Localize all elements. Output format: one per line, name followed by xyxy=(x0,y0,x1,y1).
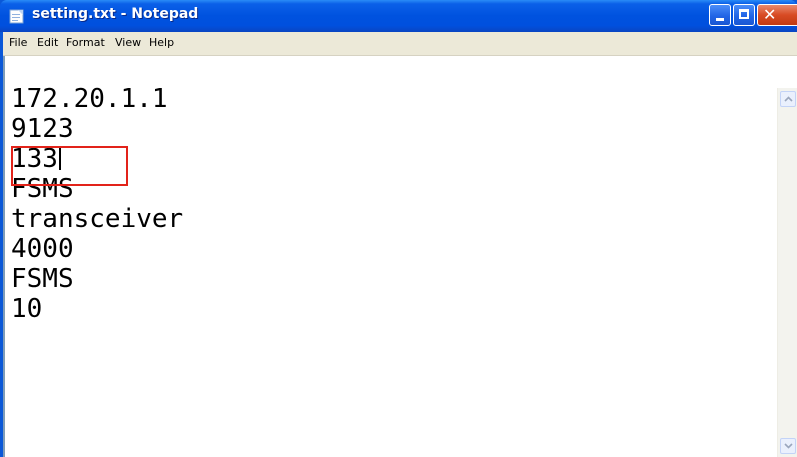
menu-bar: File Edit Format View Help xyxy=(3,32,797,56)
close-icon: ✕ xyxy=(763,5,777,24)
document-text[interactable]: 172.20.1.1 9123 133 FSMS transceiver 400… xyxy=(11,84,183,324)
notepad-window: setting.txt - Notepad ✕ File Edit Format… xyxy=(0,0,797,457)
close-button[interactable]: ✕ xyxy=(757,4,797,26)
text-line: FSMS xyxy=(11,264,74,294)
window-title: setting.txt - Notepad xyxy=(32,6,199,22)
minimize-button[interactable] xyxy=(709,4,731,26)
text-editor-area[interactable]: 172.20.1.1 9123 133 FSMS transceiver 400… xyxy=(3,56,797,457)
scroll-down-button[interactable] xyxy=(780,438,796,454)
text-line: 10 xyxy=(11,294,43,324)
menu-format[interactable]: Format xyxy=(66,36,105,49)
menu-file[interactable]: File xyxy=(9,36,27,49)
text-line: 172.20.1.1 xyxy=(11,84,168,114)
vertical-scrollbar[interactable] xyxy=(777,88,797,457)
text-line: 4000 xyxy=(11,234,74,264)
notepad-app-icon[interactable] xyxy=(9,8,25,24)
scroll-down-arrow-icon xyxy=(784,443,793,449)
scroll-up-arrow-icon xyxy=(784,96,793,102)
highlight-box xyxy=(11,146,128,186)
text-line: transceiver xyxy=(11,204,184,234)
title-bar[interactable]: setting.txt - Notepad ✕ xyxy=(0,0,797,32)
maximize-button[interactable] xyxy=(733,4,755,26)
menu-edit[interactable]: Edit xyxy=(37,36,58,49)
scroll-up-button[interactable] xyxy=(780,91,796,107)
menu-help[interactable]: Help xyxy=(149,36,174,49)
menu-view[interactable]: View xyxy=(115,36,141,49)
text-line: 9123 xyxy=(11,114,74,144)
